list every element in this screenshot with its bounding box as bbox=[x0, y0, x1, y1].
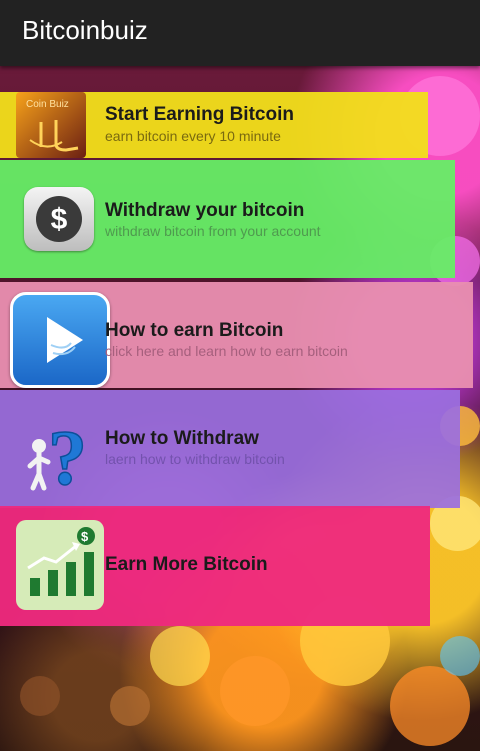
menu-item-subtitle: click here and learn how to earn bitcoin bbox=[105, 343, 348, 359]
dollar-coin-icon: $ bbox=[24, 187, 94, 251]
menu-item-title: How to earn Bitcoin bbox=[105, 320, 284, 341]
menu-item-title: How to Withdraw bbox=[105, 428, 259, 449]
coin-buiz-logo-icon: Coin Buiz bbox=[16, 92, 86, 158]
logo-text: Coin Buiz bbox=[26, 99, 69, 110]
svg-text:?: ? bbox=[48, 414, 87, 492]
menu-item-subtitle: laern how to withdraw bitcoin bbox=[105, 451, 285, 467]
menu-item-how-to-withdraw[interactable]: ? How to Withdraw laern how to withdraw … bbox=[0, 390, 460, 508]
menu-item-withdraw-bitcoin[interactable]: $ Withdraw your bitcoin withdraw bitcoin… bbox=[0, 160, 455, 278]
menu-item-title: Earn More Bitcoin bbox=[105, 554, 268, 575]
menu-item-subtitle: earn bitcoin every 10 minute bbox=[105, 128, 281, 144]
question-mark-person-icon: ? bbox=[24, 412, 94, 502]
growth-chart-icon: $ bbox=[16, 520, 104, 610]
app-title: Bitcoinbuiz bbox=[22, 15, 148, 45]
play-video-icon bbox=[10, 292, 110, 388]
menu-item-how-to-earn[interactable]: How to earn Bitcoin click here and learn… bbox=[0, 282, 473, 388]
menu-item-subtitle: withdraw bitcoin from your account bbox=[105, 223, 321, 239]
menu-item-earn-more[interactable]: $ Earn More Bitcoin bbox=[0, 506, 430, 626]
menu-item-start-earning[interactable]: Coin Buiz Start Earning Bitcoin earn bit… bbox=[0, 92, 428, 158]
svg-text:$: $ bbox=[81, 529, 89, 544]
menu-item-title: Start Earning Bitcoin bbox=[105, 104, 294, 125]
app-bar: Bitcoinbuiz bbox=[0, 0, 480, 66]
menu-item-title: Withdraw your bitcoin bbox=[105, 200, 305, 221]
